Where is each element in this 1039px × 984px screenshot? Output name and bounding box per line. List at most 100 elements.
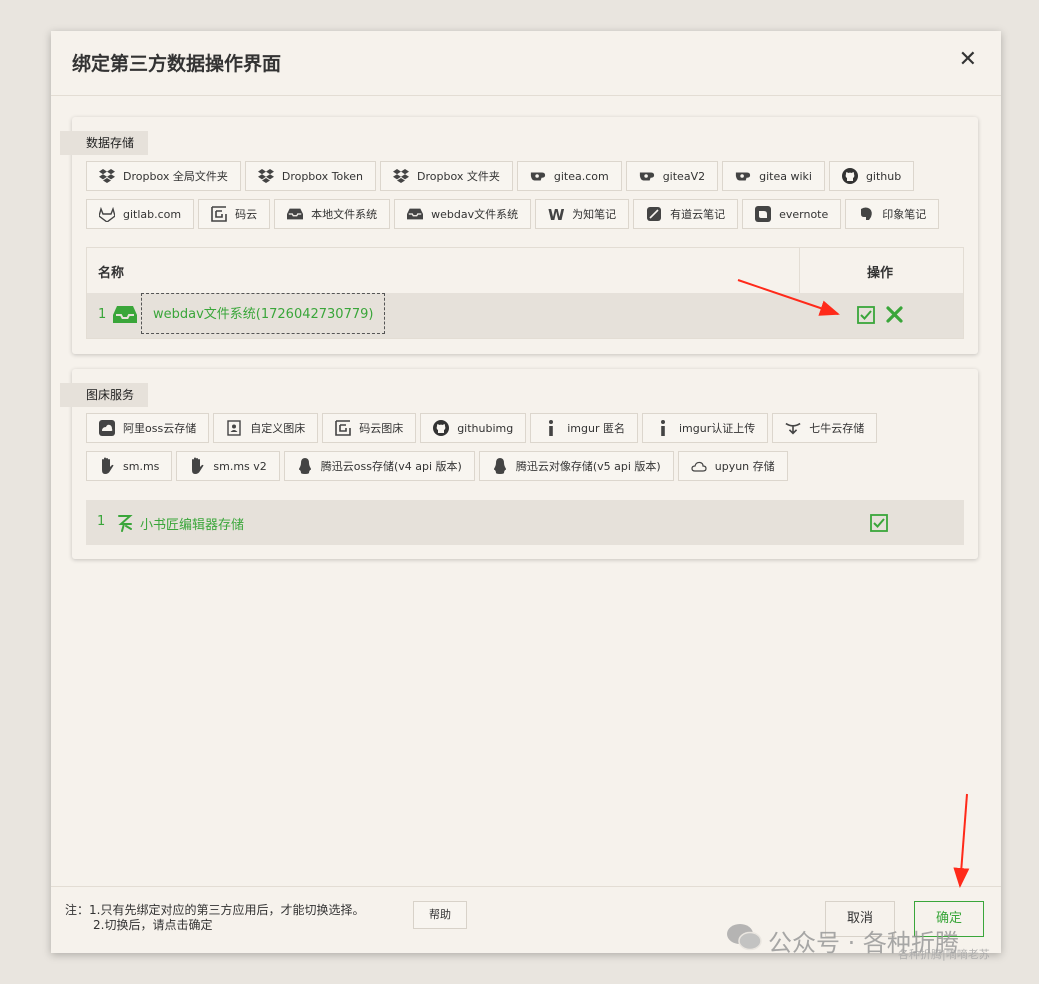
service-button[interactable]: gitea wiki	[722, 161, 825, 191]
service-button[interactable]: github	[828, 161, 915, 191]
contact-icon	[226, 420, 242, 436]
service-button[interactable]: W 为知笔记	[535, 199, 630, 229]
inbox-icon	[287, 206, 304, 222]
gitlab-icon	[99, 206, 115, 222]
service-button[interactable]: Dropbox 文件夹	[380, 161, 513, 191]
storage-buttons-row-2: gitlab.com 码云 本地文件系统 webdav文件系统 W 为知笔记 有道云笔记 ev…	[86, 199, 940, 229]
table-row[interactable]: 1 webdav文件系统(1726042730779)	[87, 293, 963, 338]
service-button-label: imgur认证上传	[678, 422, 756, 435]
imgur-icon	[655, 420, 671, 436]
storage-panel: 数据存储 Dropbox 全局文件夹 Dropbox Token Dropbox 文…	[60, 117, 978, 354]
gitee-icon	[335, 420, 352, 436]
gitea-icon	[639, 168, 655, 184]
help-button[interactable]: 帮助	[413, 901, 467, 929]
service-button[interactable]: Dropbox Token	[244, 161, 376, 191]
service-button-label: Dropbox Token	[281, 169, 363, 183]
service-button-label: 腾迅云对像存储(v5 api 版本)	[515, 460, 661, 473]
service-button[interactable]: webdav文件系统	[394, 199, 532, 229]
service-button-label: 七牛云存储	[809, 422, 865, 435]
column-divider	[799, 248, 800, 293]
service-button-label: gitea.com	[553, 169, 609, 183]
service-button[interactable]: 印象笔记	[845, 199, 940, 229]
service-button-label: gitlab.com	[123, 207, 182, 221]
evernote-icon	[755, 206, 772, 222]
service-button[interactable]: imgur认证上传	[641, 413, 769, 443]
service-button-label: sm.ms v2	[213, 459, 267, 473]
qq-icon	[297, 458, 313, 474]
close-button[interactable]: ✕	[959, 47, 977, 72]
svg-text:W: W	[548, 207, 564, 221]
service-button-label: 码云图床	[359, 422, 404, 435]
service-button-label: 为知笔记	[572, 208, 617, 221]
service-button-label: 阿里oss云存储	[123, 422, 197, 435]
gitea-icon	[735, 168, 751, 184]
watermark-subtext: 各种折腾|嘀嘀老苏	[898, 948, 990, 961]
service-button-label: imgur 匿名	[567, 422, 625, 435]
xiaoshujiang-logo-icon	[117, 512, 133, 536]
dropbox-icon	[393, 168, 409, 184]
service-button[interactable]: 码云	[198, 199, 271, 229]
service-button[interactable]: sm.ms	[86, 451, 173, 481]
image-buttons-row-1: 阿里oss云存储 自定义图床 码云图床 githubimg imgur 匿名 imgur认…	[86, 413, 878, 443]
dropbox-icon	[99, 168, 115, 184]
service-button[interactable]: gitea.com	[516, 161, 622, 191]
cloud-icon	[691, 458, 707, 474]
image-section-tag: 图床服务	[60, 383, 149, 407]
inbox-icon	[113, 304, 137, 328]
service-button[interactable]: 七牛云存储	[772, 413, 878, 443]
row-index: 1	[98, 307, 107, 322]
service-button-label: sm.ms	[123, 459, 160, 473]
service-button-label: github	[865, 169, 902, 183]
bound-storage-table: 名称 操作 1 webdav文件系统(1726042730779)	[86, 247, 964, 339]
gitee-icon	[211, 206, 227, 222]
service-button[interactable]: 本地文件系统	[274, 199, 391, 229]
service-button-label: evernote	[779, 207, 829, 221]
service-button[interactable]: sm.ms v2	[176, 451, 280, 481]
service-button-label: webdav文件系统	[431, 208, 519, 221]
note-line-1: 注：1.只有先绑定对应的第三方应用后，才能切换选择。	[65, 903, 365, 917]
inbox-icon	[407, 206, 424, 222]
service-button[interactable]: 有道云笔记	[633, 199, 739, 229]
service-button[interactable]: upyun 存储	[677, 451, 788, 481]
select-check-icon[interactable]	[870, 514, 888, 536]
column-header-name: 名称	[98, 266, 125, 281]
service-button[interactable]: 阿里oss云存储	[86, 413, 210, 443]
image-buttons-row-2: sm.ms sm.ms v2 腾迅云oss存储(v4 api 版本) 腾迅云对像存储(…	[86, 451, 788, 481]
select-check-icon[interactable]	[857, 306, 875, 328]
service-button[interactable]: 腾迅云oss存储(v4 api 版本)	[283, 451, 475, 481]
row-name: 小书匠编辑器存储	[140, 518, 245, 533]
qq-icon	[492, 458, 508, 474]
service-button[interactable]: githubimg	[420, 413, 527, 443]
hand-icon	[99, 457, 115, 474]
row-index: 1	[97, 514, 106, 529]
storage-section-tag: 数据存储	[60, 131, 149, 155]
dialog-header: 绑定第三方数据操作界面 ✕	[51, 31, 1001, 96]
service-button[interactable]: evernote	[742, 199, 842, 229]
service-button[interactable]: gitlab.com	[86, 199, 195, 229]
gitea-icon	[530, 168, 546, 184]
youdao-icon	[646, 206, 662, 222]
list-item[interactable]: 1 小书匠编辑器存储	[86, 500, 964, 545]
service-button-label: 印象笔记	[882, 208, 927, 221]
dropbox-icon	[257, 168, 274, 184]
image-hosting-panel: 图床服务 阿里oss云存储 自定义图床 码云图床 githubimg imgur 匿名 i…	[60, 369, 978, 559]
imgur-icon	[543, 420, 559, 436]
wiz-icon: W	[548, 206, 564, 222]
service-button-label: Dropbox 全局文件夹	[123, 170, 228, 183]
note-text: 注：1.只有先绑定对应的第三方应用后，才能切换选择。 2.切换后，请点击确定	[65, 903, 364, 933]
service-button[interactable]: giteaV2	[625, 161, 719, 191]
service-button[interactable]: 腾迅云对像存储(v5 api 版本)	[478, 451, 674, 481]
service-button-label: 本地文件系统	[311, 208, 378, 221]
note-line-2: 2.切换后，请点击确定	[93, 918, 213, 932]
unbind-x-icon[interactable]	[886, 306, 903, 327]
service-button[interactable]: 自定义图床	[213, 413, 319, 443]
service-button[interactable]: Dropbox 全局文件夹	[86, 161, 241, 191]
service-button[interactable]: 码云图床	[322, 413, 417, 443]
bind-third-party-dialog: 绑定第三方数据操作界面 ✕ 数据存储 Dropbox 全局文件夹 Dropbox …	[51, 31, 1001, 953]
github-icon	[433, 420, 450, 436]
service-button-label: 码云	[235, 208, 258, 221]
service-button[interactable]: imgur 匿名	[530, 413, 638, 443]
row-name[interactable]: webdav文件系统(1726042730779)	[141, 293, 386, 334]
service-button-label: giteaV2	[662, 169, 706, 183]
service-button-label: githubimg	[457, 421, 514, 435]
